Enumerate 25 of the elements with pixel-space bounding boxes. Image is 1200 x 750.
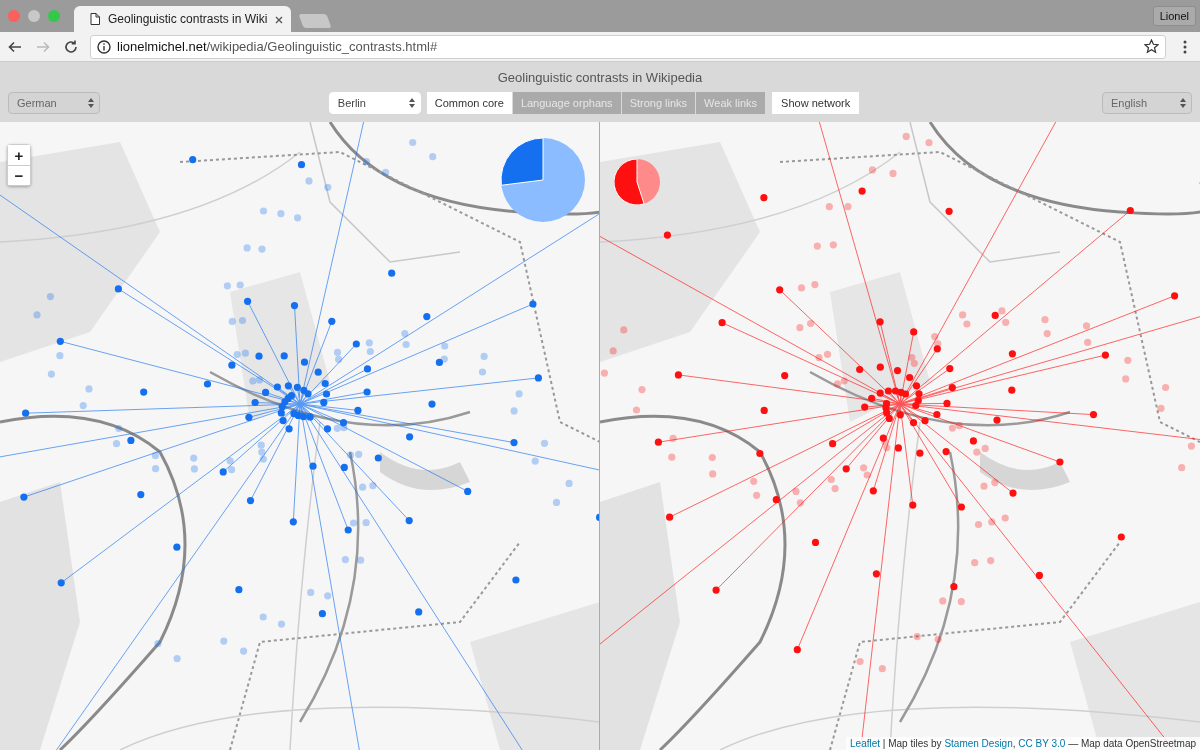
show-network-button[interactable]: Show network xyxy=(772,92,860,114)
attribution-link[interactable]: Leaflet xyxy=(850,738,881,749)
star-icon[interactable] xyxy=(1144,39,1159,54)
dropdown[interactable]: Berlin xyxy=(328,92,421,114)
attribution-link[interactable]: Stamen Design xyxy=(944,738,1013,749)
dropdown[interactable]: English xyxy=(1102,92,1192,114)
updown-caret-icon xyxy=(1180,98,1186,108)
attribution-text: — Map data OpenStreetmap xyxy=(1067,738,1196,749)
profile-button[interactable]: Lionel xyxy=(1152,6,1196,26)
address-field[interactable]: lionelmichel.net/wikipedia/Geolinguistic_contrasts.html# xyxy=(90,34,1166,59)
zoom-in-button[interactable]: + xyxy=(8,145,30,165)
document-icon xyxy=(90,13,100,25)
info-icon xyxy=(97,39,111,54)
mode-tab[interactable]: Common core xyxy=(426,92,512,114)
tab-title: Geolinguistic contrasts in Wiki xyxy=(108,12,268,26)
browser-tab[interactable]: Geolinguistic contrasts in Wiki xyxy=(74,6,292,32)
updown-caret-icon xyxy=(408,98,415,108)
updown-caret-icon xyxy=(88,98,94,108)
attribution-link[interactable]: CC BY 3.0 xyxy=(1018,738,1066,749)
attribution-text: | Map tiles by xyxy=(881,738,943,749)
pie-chart xyxy=(614,159,660,205)
zoom-out-button[interactable]: − xyxy=(8,165,30,185)
page-title: Geolinguistic contrasts in Wikipedia xyxy=(496,69,704,87)
attribution-text: , xyxy=(1012,738,1017,749)
dropdown[interactable]: German xyxy=(8,92,100,114)
